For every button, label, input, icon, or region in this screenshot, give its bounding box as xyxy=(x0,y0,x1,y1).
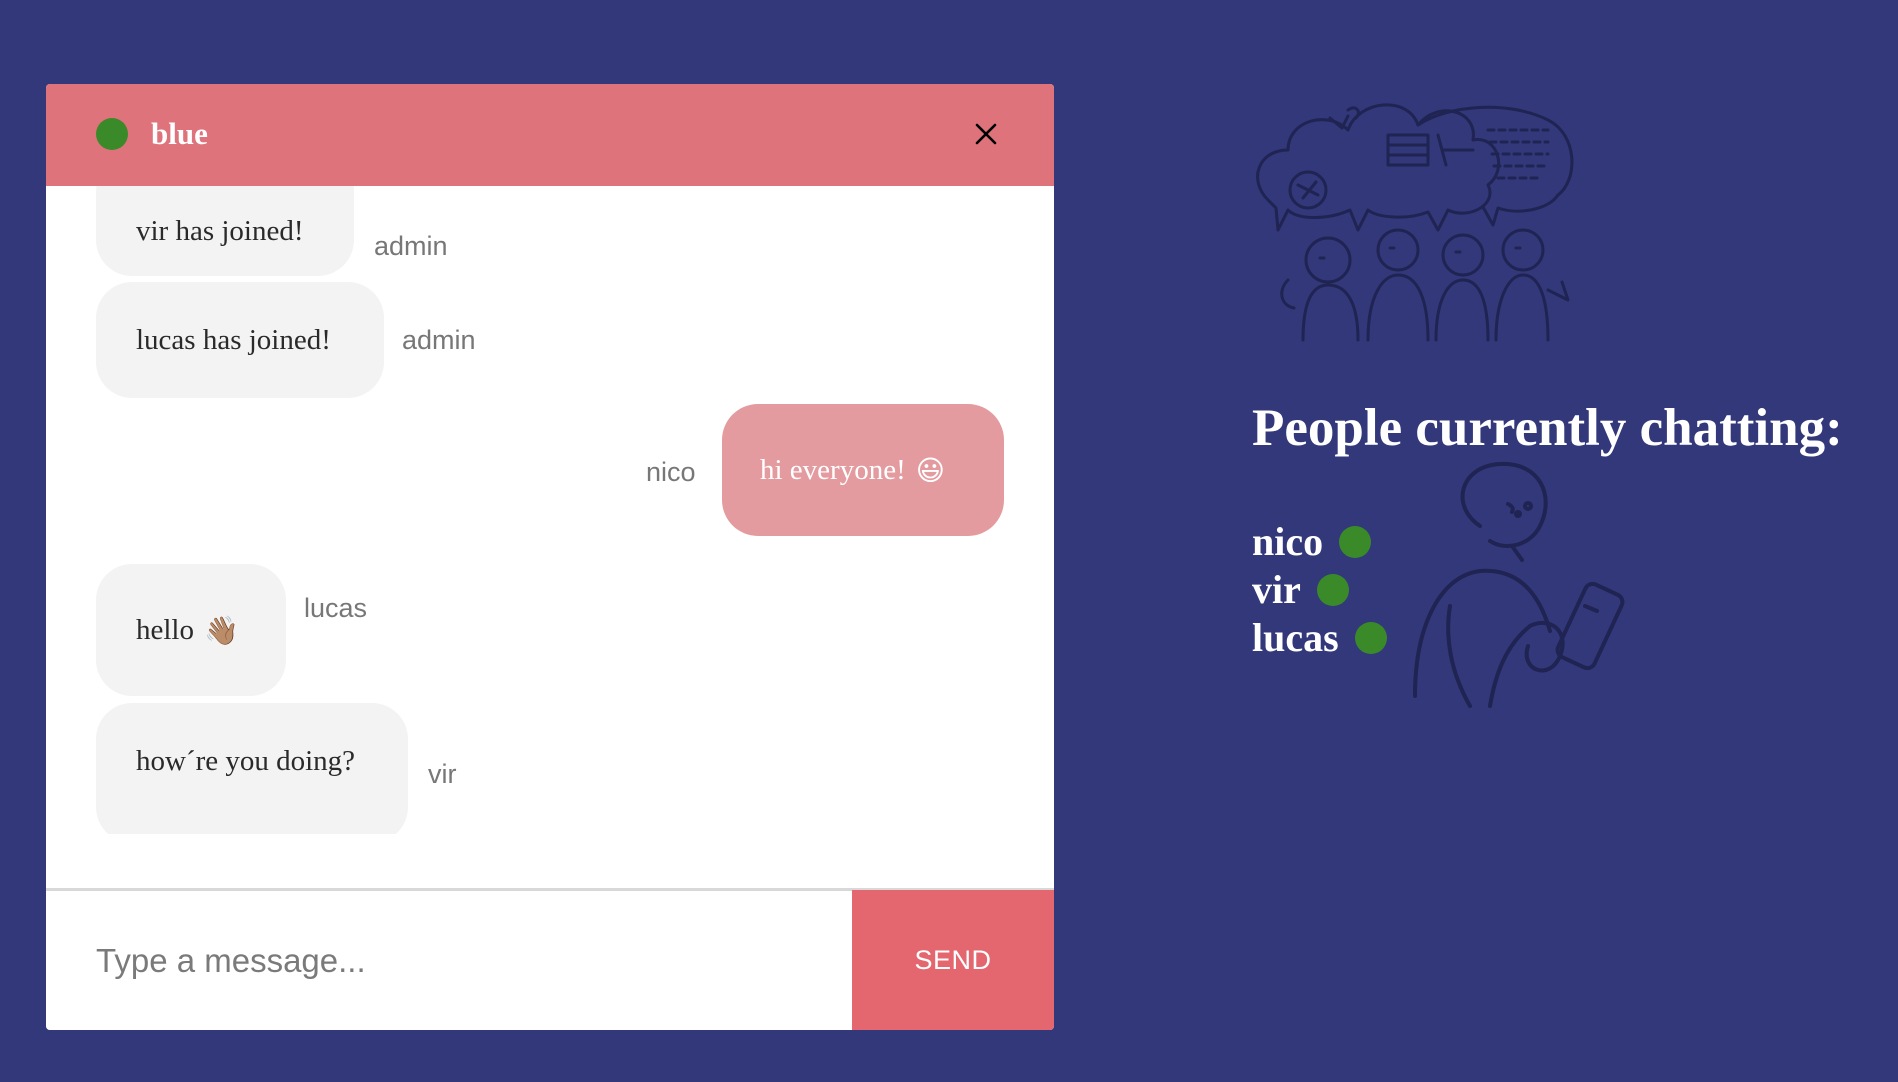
message-sender: vir xyxy=(428,759,457,789)
message-text: how´re you doing? xyxy=(136,745,356,777)
message-input[interactable] xyxy=(46,891,852,1030)
chat-crowd-illustration xyxy=(1256,103,1574,342)
online-status-dot xyxy=(96,118,128,150)
person-name: lucas xyxy=(1252,615,1339,660)
person-item: vir xyxy=(1252,566,1387,614)
person-with-phone-illustration xyxy=(1413,461,1625,708)
message-text: hello xyxy=(136,613,194,646)
online-status-dot xyxy=(1316,574,1349,606)
online-status-dot xyxy=(1354,622,1387,654)
own-message-bubble: hi everyone! 😃 xyxy=(722,404,1004,536)
message-sender: lucas xyxy=(304,593,368,623)
message-sender: admin xyxy=(374,231,448,261)
room-name: blue xyxy=(151,116,208,151)
close-button[interactable] xyxy=(964,112,1008,156)
person-name: nico xyxy=(1252,519,1324,564)
person-item: nico xyxy=(1252,518,1387,566)
people-heading: People currently chatting: xyxy=(1252,399,1843,457)
people-list: nico vir lucas xyxy=(1252,518,1387,662)
close-icon xyxy=(975,123,997,145)
message-bubble: how´re you doing? xyxy=(96,703,408,843)
smiley-emoji-icon: 😃 xyxy=(915,453,945,487)
message-text: lucas has joined! xyxy=(136,323,331,356)
message-sender: nico xyxy=(646,457,696,487)
person-item: lucas xyxy=(1252,614,1387,662)
message-bubble: vir has joined! xyxy=(96,186,354,276)
send-button[interactable]: SEND xyxy=(852,890,1054,1030)
message-list[interactable]: vir has joined! admin lucas has joined! … xyxy=(46,186,1054,972)
person-name: vir xyxy=(1252,567,1301,612)
chat-panel: blue vir has joined! admin lucas has joi… xyxy=(46,84,1054,1030)
chat-header: blue xyxy=(46,84,1054,186)
message-bubble: lucas has joined! xyxy=(96,282,384,398)
waving-hand-emoji-icon: 👋🏽 xyxy=(204,613,239,647)
message-bubble: hello 👋🏽 xyxy=(96,564,286,696)
message-text: hi everyone! xyxy=(760,453,906,486)
message-text: vir has joined! xyxy=(136,214,304,247)
online-status-dot xyxy=(1339,526,1372,558)
message-sender: admin xyxy=(402,325,476,355)
